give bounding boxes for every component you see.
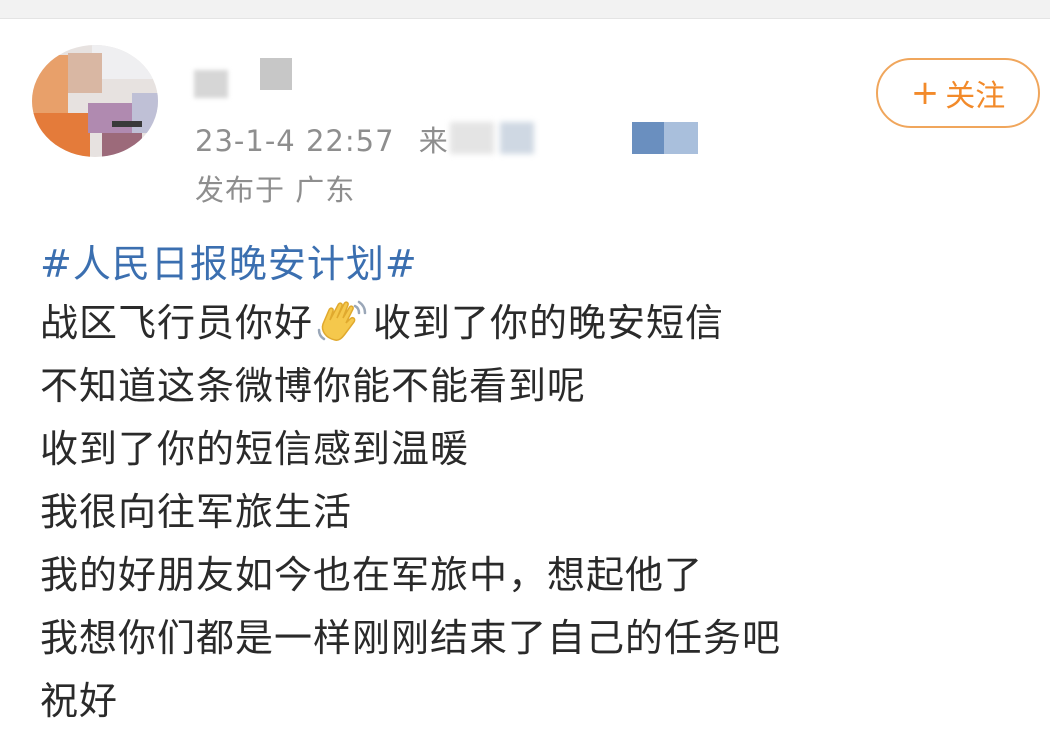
source-blurred bbox=[632, 122, 664, 154]
post-meta: 23-1-4 22:57 来 bbox=[195, 118, 449, 160]
post-line-6: 我想你们都是一样刚刚结束了自己的任务吧 bbox=[40, 616, 782, 660]
post-location: 发布于 广东 bbox=[195, 173, 356, 207]
avatar[interactable] bbox=[32, 45, 158, 157]
source-blurred bbox=[664, 122, 698, 154]
waving-hand-icon bbox=[317, 300, 367, 341]
post-line-2: 不知道这条微博你能不能看到呢 bbox=[40, 364, 587, 408]
follow-button[interactable]: + 关注 bbox=[876, 58, 1040, 128]
top-divider bbox=[0, 0, 1050, 19]
post-timestamp: 23-1-4 22:57 bbox=[195, 124, 395, 158]
post-line-1-before: 战区飞行员你好 bbox=[40, 301, 314, 345]
post-line-7: 祝好 bbox=[40, 679, 119, 723]
source-blurred bbox=[500, 122, 534, 154]
post-line-1: 战区飞行员你好 收到了你的晚安短信 bbox=[40, 292, 1030, 355]
source-blurred bbox=[450, 122, 494, 154]
post-line-3: 收到了你的短信感到温暖 bbox=[40, 427, 470, 471]
follow-label: 关注 bbox=[945, 79, 1006, 114]
source-prefix: 来 bbox=[418, 124, 449, 158]
topic-hashtag-link[interactable]: #人民日报晚安计划# bbox=[40, 236, 1030, 292]
post-body: #人民日报晚安计划# 战区飞行员你好 收到了你的晚安短信 不知道这条微博你能不能… bbox=[40, 236, 1030, 733]
plus-icon: + bbox=[910, 73, 940, 113]
post-line-1-after: 收到了你的晚安短信 bbox=[373, 301, 725, 345]
post-line-4: 我很向往军旅生活 bbox=[40, 490, 353, 534]
username-blurred[interactable] bbox=[190, 58, 330, 98]
post-line-5: 我的好朋友如今也在军旅中，想起他了 bbox=[40, 553, 704, 597]
